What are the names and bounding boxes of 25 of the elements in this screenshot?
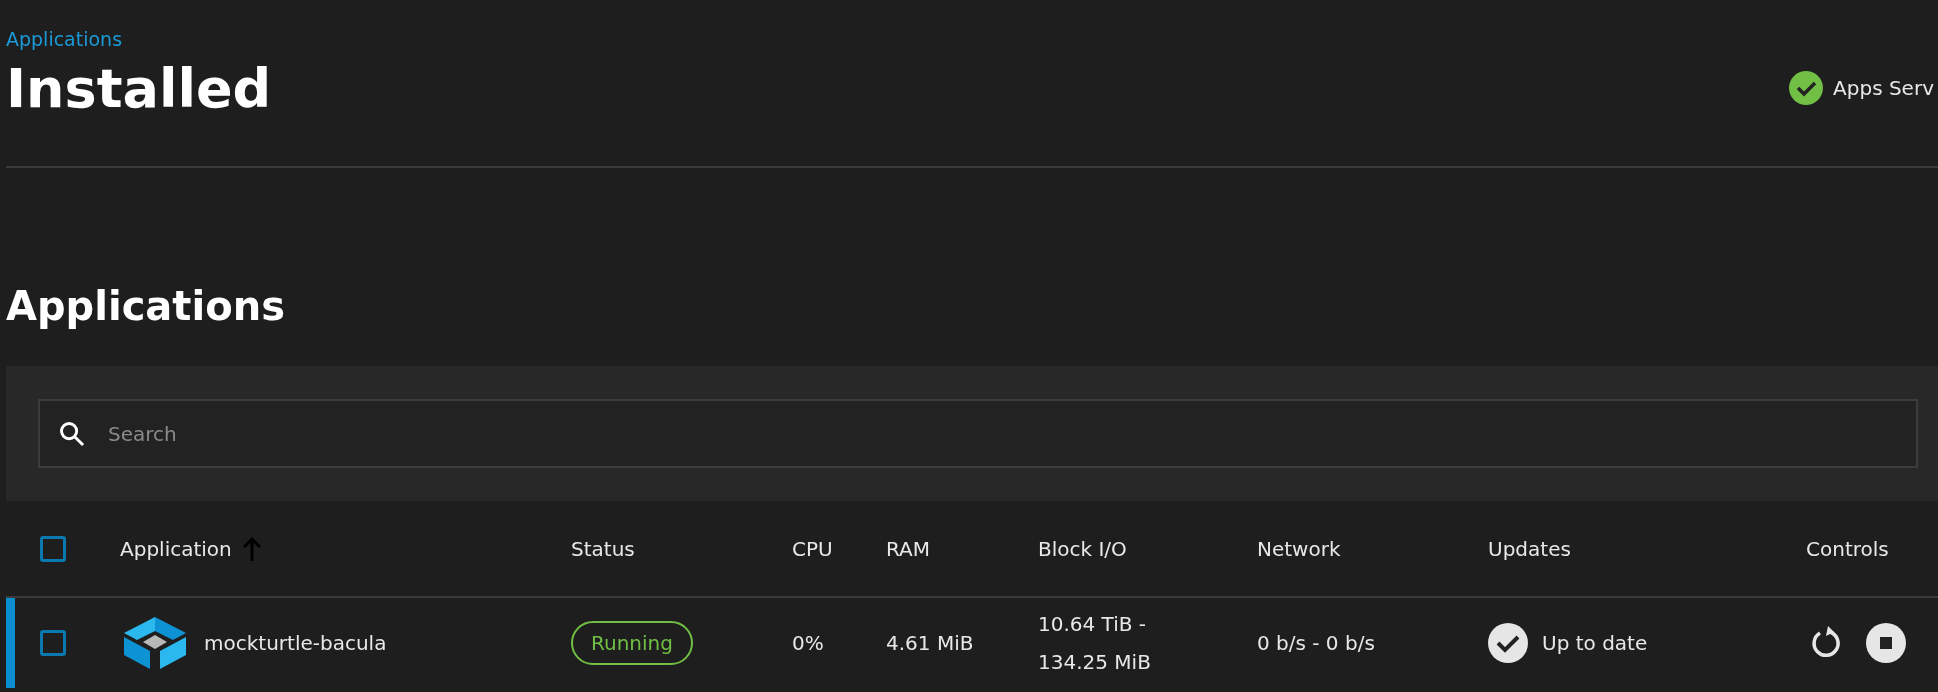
cpu-value: 0%	[792, 631, 824, 655]
app-name[interactable]: mockturtle-bacula	[204, 631, 387, 655]
update-status: Up to date	[1542, 631, 1648, 655]
checkbox[interactable]	[40, 535, 66, 562]
column-header[interactable]: Controls	[1806, 536, 1889, 561]
column-header[interactable]: Updates	[1488, 536, 1571, 561]
search-icon	[58, 419, 86, 448]
column-header[interactable]: Application	[120, 536, 232, 561]
column-header[interactable]: RAM	[886, 536, 931, 561]
breadcrumb-link[interactable]: Applications	[6, 28, 123, 50]
search-input[interactable]: Search	[106, 420, 1916, 447]
page-title: Installed	[6, 56, 272, 120]
column-header[interactable]: Block I/O	[1038, 536, 1127, 561]
section-title: Applications	[6, 282, 286, 331]
status-badge: Running	[571, 621, 693, 665]
column-header[interactable]: Network	[1257, 536, 1341, 561]
block-io-value: 10.64 TiB - 134.25 MiB	[1038, 611, 1152, 676]
service-status-text: Apps Serv	[1833, 76, 1934, 100]
column-header[interactable]: CPU	[792, 536, 833, 561]
search-field[interactable]: Search	[38, 399, 1918, 468]
network-value: 0 b/s - 0 b/s	[1257, 631, 1375, 655]
column-header[interactable]: Status	[571, 536, 635, 561]
ram-value: 4.61 MiB	[886, 631, 974, 655]
stop-button[interactable]	[1866, 623, 1906, 663]
checkbox[interactable]	[40, 630, 66, 656]
